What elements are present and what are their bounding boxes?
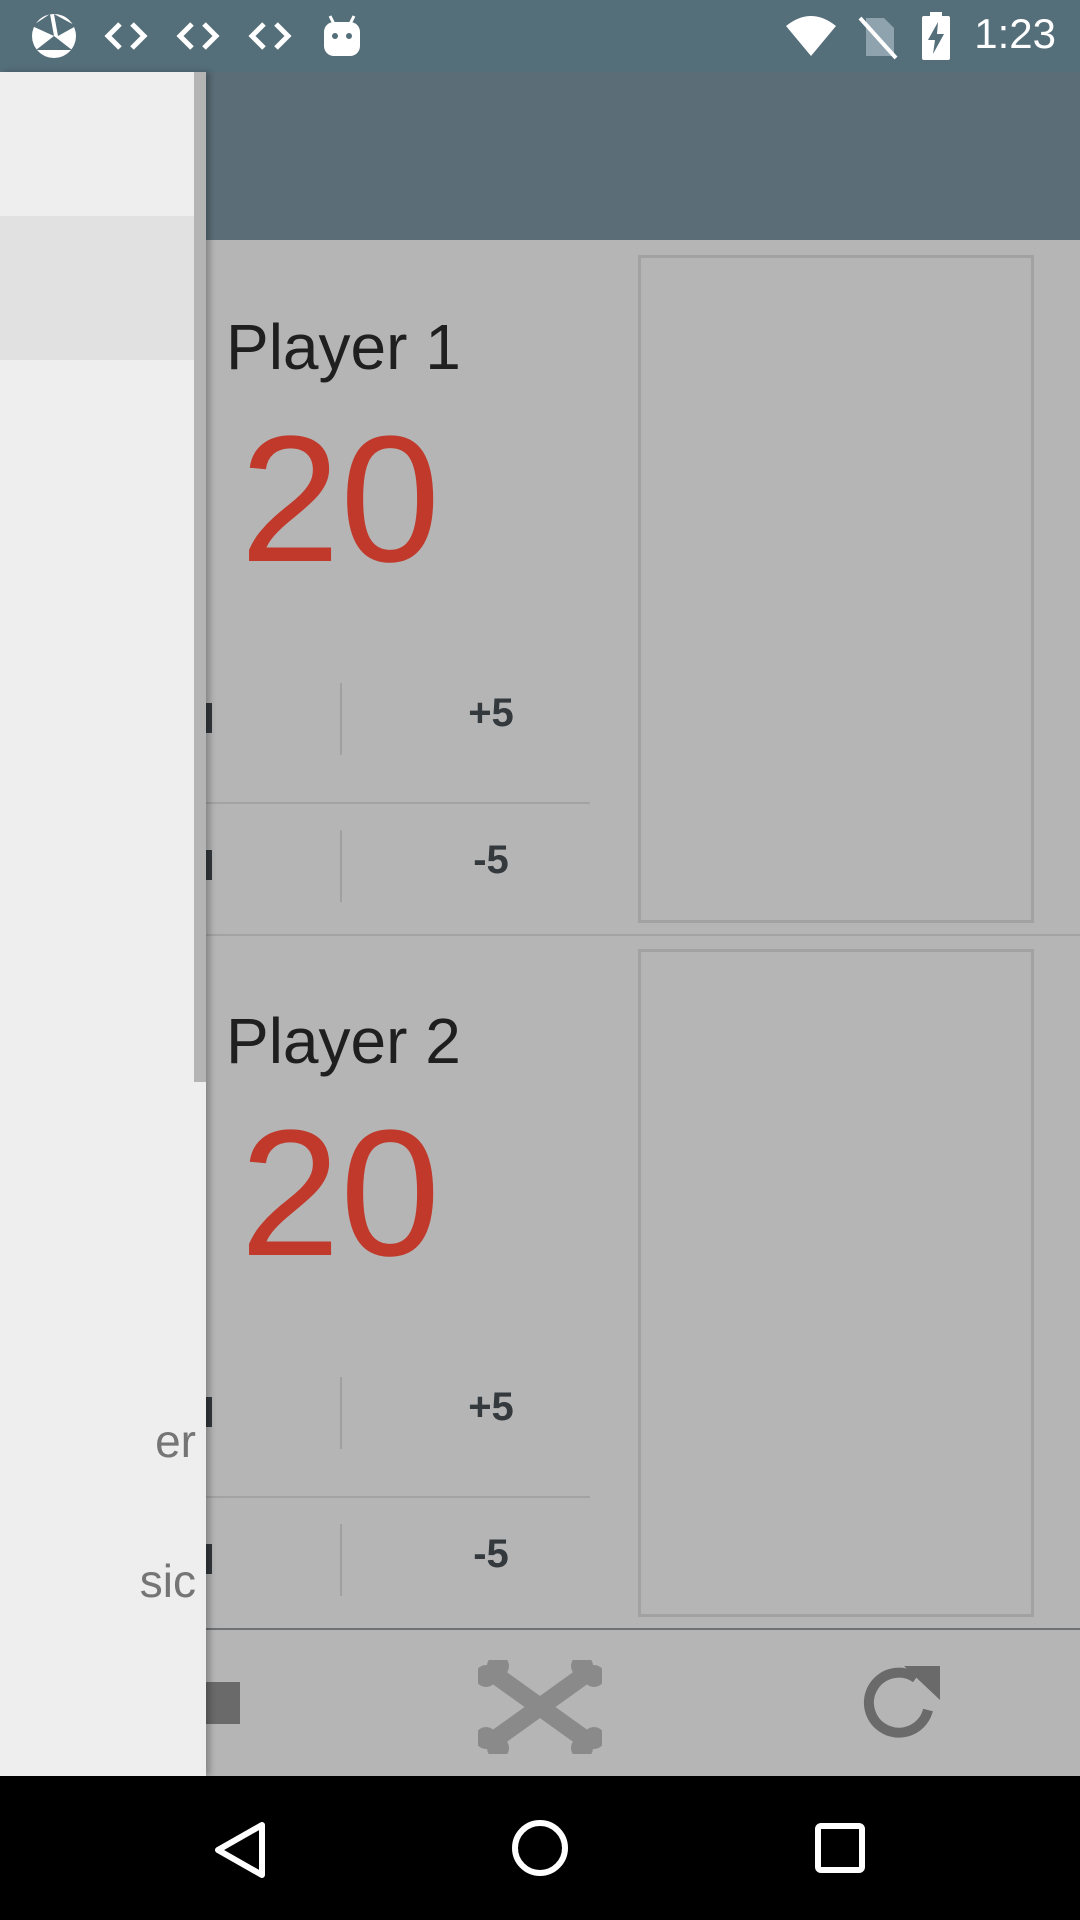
code-icon	[248, 22, 292, 50]
decrement-five-button[interactable]: -5	[451, 1532, 531, 1577]
app-icon	[32, 14, 76, 58]
increment-one-button[interactable]	[206, 703, 212, 733]
code-icon	[176, 22, 220, 50]
increment-five-button[interactable]: +5	[451, 691, 531, 736]
increment-five-button[interactable]: +5	[451, 1385, 531, 1430]
decrement-five-button[interactable]: -5	[451, 838, 531, 883]
clock: 1:23	[974, 10, 1056, 57]
code-icon	[104, 22, 148, 50]
crossbones-icon[interactable]	[478, 1660, 602, 1754]
player-name[interactable]: Player 2	[226, 1004, 461, 1078]
decrement-one-button[interactable]	[206, 1544, 212, 1574]
wifi-icon	[786, 16, 836, 56]
navigation-drawer[interactable]: er sic	[0, 72, 206, 1776]
card-frame[interactable]	[638, 255, 1034, 923]
recents-icon[interactable]	[814, 1822, 866, 1874]
divider	[340, 1524, 342, 1596]
navigation-bar	[0, 1776, 1080, 1920]
life-total: 20	[240, 399, 441, 600]
divider	[340, 683, 342, 755]
player-name[interactable]: Player 1	[226, 310, 461, 384]
decrement-row: -5	[206, 1496, 590, 1643]
life-total: 20	[240, 1093, 441, 1294]
battery-charging-icon	[922, 12, 950, 60]
increment-row: +5	[206, 655, 590, 804]
drawer-item[interactable]: er	[155, 1414, 196, 1468]
back-icon[interactable]	[212, 1820, 268, 1880]
drawer-item[interactable]: sic	[140, 1554, 196, 1608]
card-frame[interactable]	[638, 949, 1034, 1617]
increment-row: +5	[206, 1349, 590, 1498]
divider	[340, 830, 342, 902]
android-icon	[324, 15, 360, 56]
decrement-row: -5	[206, 802, 590, 949]
refresh-icon[interactable]	[858, 1660, 944, 1746]
increment-one-button[interactable]	[206, 1397, 212, 1427]
status-bar: 1:23	[0, 0, 1080, 72]
decrement-one-button[interactable]	[206, 850, 212, 880]
stop-icon[interactable]	[206, 1682, 240, 1724]
divider	[340, 1377, 342, 1449]
drawer-scrollbar[interactable]	[194, 72, 206, 1082]
no-sim-icon	[858, 16, 898, 60]
home-icon[interactable]	[510, 1818, 570, 1878]
drawer-selected-item[interactable]	[0, 216, 206, 360]
